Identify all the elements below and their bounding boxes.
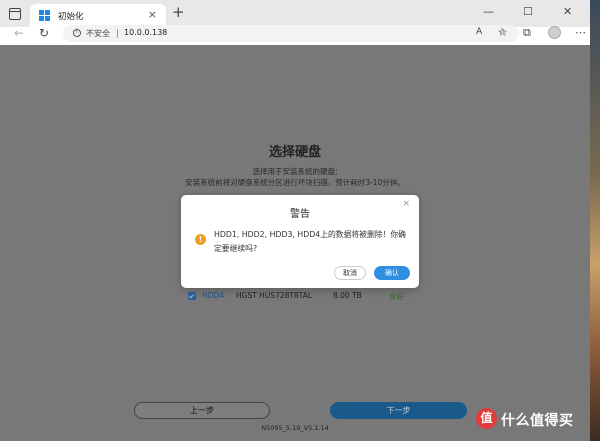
close-window-button[interactable]: ✕: [563, 5, 572, 18]
divider: [117, 29, 118, 38]
browser-window: 初始化 × + — ☐ ✕ ← ↻ 不安全 10.0.0.138 A ☆ ☆ ⧉…: [0, 0, 590, 441]
info-icon[interactable]: [73, 28, 81, 37]
tab-initialize[interactable]: 初始化 ×: [30, 4, 166, 27]
more-menu-icon[interactable]: ⋯: [575, 26, 586, 39]
dialog-close-icon[interactable]: ×: [402, 199, 410, 209]
new-tab-button[interactable]: +: [172, 5, 185, 20]
tab-actions-icon[interactable]: [9, 8, 21, 20]
collections-icon[interactable]: ⧉: [523, 26, 531, 40]
next-step-button[interactable]: 下一步: [330, 402, 467, 419]
disk-row[interactable]: HDD4 HGST HUS728T8TAL 8.00 TB 良好: [188, 291, 428, 303]
read-aloud-icon[interactable]: A: [476, 27, 482, 37]
disk-name: HDD4: [202, 291, 224, 300]
watermark-text: 什么值得买: [501, 413, 574, 429]
tab-close-icon[interactable]: ×: [148, 9, 157, 21]
dialog-message-continued: 定要继续吗?: [214, 244, 258, 253]
back-icon[interactable]: ←: [14, 26, 24, 40]
not-secure-label[interactable]: 不安全: [86, 28, 110, 39]
url-text[interactable]: 10.0.0.138: [124, 28, 167, 37]
dialog-message: HDD1, HDD2, HDD3, HDD4上的数据将被删除！你确: [214, 230, 406, 239]
dialog-title: 警告: [290, 209, 310, 220]
cancel-button[interactable]: 取消: [334, 266, 366, 280]
warning-icon: !: [195, 234, 206, 245]
disk-status: 良好: [389, 292, 404, 301]
disk-model: HGST HUS728T8TAL: [236, 291, 313, 300]
maximize-button[interactable]: ☐: [523, 5, 533, 18]
page-description-warning: 安装系统前将对硬盘系统分区进行坏块扫描，预计耗时3-10分钟。: [185, 178, 405, 187]
disk-size: 8.00 TB: [333, 291, 362, 300]
warning-dialog: 警告 × ! HDD1, HDD2, HDD3, HDD4上的数据将被删除！你确…: [181, 195, 419, 288]
tab-strip: 初始化 × + — ☐ ✕: [0, 0, 590, 27]
profile-avatar[interactable]: [548, 26, 561, 39]
page-title: 选择硬盘: [268, 145, 321, 160]
watermark-logo: 值: [476, 408, 497, 429]
windows-favicon-icon: [39, 9, 51, 22]
page-description: 选择用于安装系统的硬盘;: [252, 167, 338, 176]
address-bar[interactable]: 不安全 10.0.0.138 A ☆: [63, 25, 519, 42]
prev-step-button[interactable]: 上一步: [134, 402, 270, 419]
confirm-button[interactable]: 确认: [374, 266, 410, 280]
favorites-icon[interactable]: ☆: [498, 26, 508, 39]
disk-checkbox[interactable]: [188, 292, 196, 300]
tab-title: 初始化: [58, 11, 84, 22]
minimize-button[interactable]: —: [483, 5, 494, 18]
refresh-icon[interactable]: ↻: [39, 26, 49, 40]
